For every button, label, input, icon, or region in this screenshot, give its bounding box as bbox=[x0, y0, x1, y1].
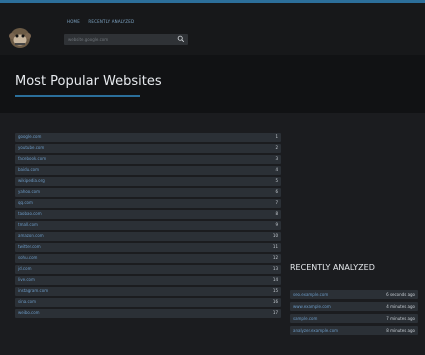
rank-number: 7 bbox=[275, 200, 278, 205]
list-item[interactable]: tmall.com 9 bbox=[15, 221, 281, 230]
recent-site-link[interactable]: analyzer.example.com bbox=[293, 328, 338, 333]
recent-time: 4 minutes ago bbox=[386, 304, 415, 309]
recent-time: 6 seconds ago bbox=[386, 292, 415, 297]
recent-item[interactable]: www.example.com 4 minutes ago bbox=[290, 302, 418, 311]
recent-site-link[interactable]: www.example.com bbox=[293, 304, 331, 309]
rank-number: 15 bbox=[272, 288, 278, 293]
site-link[interactable]: qq.com bbox=[18, 200, 33, 205]
site-link[interactable]: jd.com bbox=[18, 266, 31, 271]
rank-number: 9 bbox=[275, 222, 278, 227]
site-link[interactable]: amazon.com bbox=[18, 233, 44, 238]
recent-time: 7 minutes ago bbox=[386, 316, 415, 321]
rank-number: 4 bbox=[275, 167, 278, 172]
top-nav: HOME RECENTLY ANALYZED bbox=[67, 19, 141, 24]
list-item[interactable]: wikipedia.org 5 bbox=[15, 177, 281, 186]
site-link[interactable]: tmall.com bbox=[18, 222, 38, 227]
site-link[interactable]: instagram.com bbox=[18, 288, 48, 293]
rank-number: 2 bbox=[275, 145, 278, 150]
rank-number: 5 bbox=[275, 178, 278, 183]
recent-item[interactable]: sample.com 7 minutes ago bbox=[290, 314, 418, 323]
rank-number: 8 bbox=[275, 211, 278, 216]
popular-websites-list: google.com 1 youtube.com 2 facebook.com 3 b… bbox=[15, 133, 281, 320]
monkey-logo-icon[interactable] bbox=[7, 25, 33, 51]
list-item[interactable]: jd.com 13 bbox=[15, 265, 281, 274]
recent-site-link[interactable]: sample.com bbox=[293, 316, 317, 321]
site-link[interactable]: yahoo.com bbox=[18, 189, 40, 194]
search-input[interactable] bbox=[68, 36, 168, 43]
site-link[interactable]: sohu.com bbox=[18, 255, 37, 260]
list-item[interactable]: youtube.com 2 bbox=[15, 144, 281, 153]
list-item[interactable]: taobao.com 8 bbox=[15, 210, 281, 219]
site-link[interactable]: weibo.com bbox=[18, 310, 40, 315]
site-link[interactable]: live.com bbox=[18, 277, 35, 282]
list-item[interactable]: qq.com 7 bbox=[15, 199, 281, 208]
rank-number: 3 bbox=[275, 156, 278, 161]
list-item[interactable]: google.com 1 bbox=[15, 133, 281, 142]
rank-number: 11 bbox=[272, 244, 278, 249]
site-link[interactable]: facebook.com bbox=[18, 156, 46, 161]
nav-recently-analyzed[interactable]: RECENTLY ANALYZED bbox=[88, 19, 134, 24]
list-item[interactable]: weibo.com 17 bbox=[15, 309, 281, 318]
list-item[interactable]: baidu.com 4 bbox=[15, 166, 281, 175]
rank-number: 13 bbox=[272, 266, 278, 271]
recent-item[interactable]: seo.example.com 6 seconds ago bbox=[290, 290, 418, 299]
recently-analyzed-title: RECENTLY ANALYZED bbox=[290, 263, 375, 272]
list-item[interactable]: amazon.com 10 bbox=[15, 232, 281, 241]
list-item[interactable]: instagram.com 15 bbox=[15, 287, 281, 296]
site-link[interactable]: wikipedia.org bbox=[18, 178, 45, 183]
rank-number: 14 bbox=[272, 277, 278, 282]
recently-analyzed-list: seo.example.com 6 seconds ago www.example… bbox=[290, 290, 418, 338]
page-title: Most Popular Websites bbox=[15, 74, 162, 89]
site-link[interactable]: twitter.com bbox=[18, 244, 41, 249]
title-underline bbox=[15, 95, 140, 97]
list-item[interactable]: twitter.com 11 bbox=[15, 243, 281, 252]
list-item[interactable]: live.com 14 bbox=[15, 276, 281, 285]
rank-number: 10 bbox=[272, 233, 278, 238]
recent-site-link[interactable]: seo.example.com bbox=[293, 292, 328, 297]
nav-home[interactable]: HOME bbox=[67, 19, 80, 24]
list-item[interactable]: sina.com 16 bbox=[15, 298, 281, 307]
site-link[interactable]: sina.com bbox=[18, 299, 36, 304]
rank-number: 12 bbox=[272, 255, 278, 260]
rank-number: 6 bbox=[275, 189, 278, 194]
rank-number: 16 bbox=[272, 299, 278, 304]
site-link[interactable]: taobao.com bbox=[18, 211, 42, 216]
list-item[interactable]: yahoo.com 6 bbox=[15, 188, 281, 197]
rank-number: 1 bbox=[275, 134, 278, 139]
list-item[interactable]: sohu.com 12 bbox=[15, 254, 281, 263]
search-box bbox=[64, 34, 188, 45]
search-icon[interactable] bbox=[177, 35, 185, 43]
site-link[interactable]: youtube.com bbox=[18, 145, 44, 150]
recent-time: 8 minutes ago bbox=[386, 328, 415, 333]
header: HOME RECENTLY ANALYZED bbox=[0, 3, 425, 55]
site-link[interactable]: google.com bbox=[18, 134, 41, 139]
site-link[interactable]: baidu.com bbox=[18, 167, 39, 172]
recent-item[interactable]: analyzer.example.com 8 minutes ago bbox=[290, 326, 418, 335]
list-item[interactable]: facebook.com 3 bbox=[15, 155, 281, 164]
rank-number: 17 bbox=[272, 310, 278, 315]
